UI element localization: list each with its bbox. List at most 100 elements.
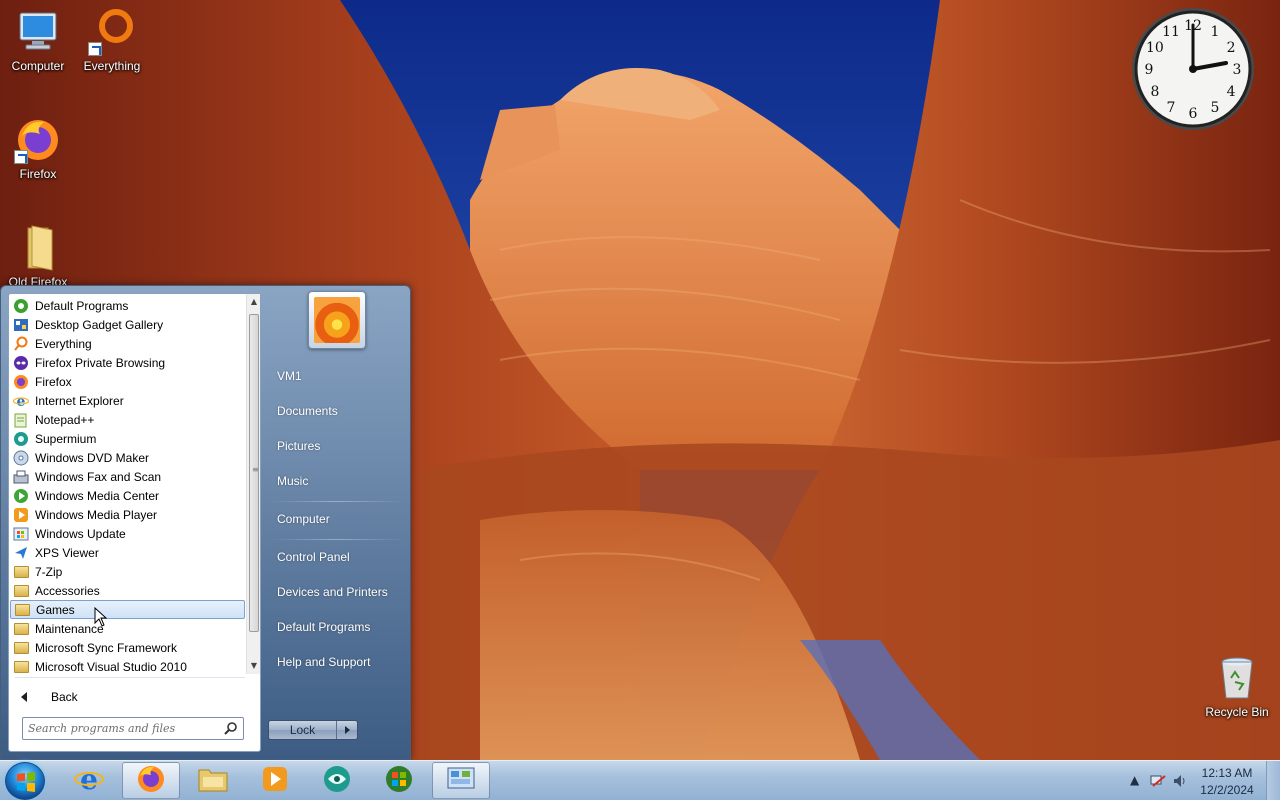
control-panel-link[interactable]: Control Panel [277, 550, 350, 564]
notepad-plus-plus-icon [13, 412, 29, 428]
back-button[interactable]: Back [17, 686, 78, 708]
volume-icon[interactable] [1172, 773, 1188, 792]
control-panel-taskbar-button[interactable] [432, 762, 490, 799]
program-item[interactable]: Windows DVD Maker [10, 448, 245, 467]
desktop-icon-recycle-bin[interactable]: Recycle Bin [1199, 654, 1275, 719]
music-link[interactable]: Music [277, 474, 308, 488]
program-item[interactable]: Microsoft Sync Framework [10, 638, 245, 657]
program-item[interactable]: Firefox Private Browsing [10, 353, 245, 372]
program-item-label: Microsoft Sync Framework [35, 640, 178, 655]
start-menu: Default Programs Desktop Gadget Gallery Ev… [0, 285, 411, 760]
windows-logo-icon [17, 772, 35, 792]
all-programs-list: Default Programs Desktop Gadget Gallery Ev… [9, 294, 246, 674]
windows-update-taskbar-button[interactable] [370, 762, 428, 799]
taskbar: e ▲ 12:13 AM 12/2/2024 [0, 760, 1280, 800]
fax-scan-icon [13, 469, 29, 485]
internet-explorer-taskbar-button[interactable]: e [60, 762, 118, 799]
scroll-up-arrow-icon[interactable]: ▲ [247, 294, 261, 310]
computer-link[interactable]: Computer [277, 512, 330, 526]
scroll-down-arrow-icon[interactable]: ▼ [247, 658, 261, 674]
start-button[interactable] [5, 762, 45, 800]
program-item[interactable]: Maintenance [10, 619, 245, 638]
everything-icon [13, 336, 29, 352]
program-item[interactable]: Windows Update [10, 524, 245, 543]
media-player-taskbar-button[interactable] [246, 762, 304, 799]
shutdown-options-arrow-icon[interactable] [337, 721, 357, 739]
folder-icon [13, 659, 29, 675]
firefox-icon [136, 764, 166, 797]
svg-text:e: e [17, 394, 26, 409]
search-icon[interactable] [223, 721, 239, 737]
program-item[interactable]: Firefox [10, 372, 245, 391]
program-item-label: Microsoft Visual Studio 2010 [35, 659, 187, 674]
program-item[interactable]: Everything [10, 334, 245, 353]
clock-numeral: 3 [1233, 62, 1242, 78]
search-input[interactable] [23, 718, 218, 739]
lock-button[interactable]: Lock [268, 720, 358, 740]
program-item[interactable]: Microsoft Visual Studio 2010 [10, 657, 245, 676]
desktop-icon-firefox[interactable]: Firefox [0, 116, 76, 181]
internet-explorer-icon: e [74, 763, 104, 797]
program-item[interactable]: Supermium [10, 429, 245, 448]
firefox-icon [14, 116, 62, 164]
clock-numeral: 11 [1162, 24, 1180, 40]
desktop-icon-everything[interactable]: Everything [74, 8, 150, 73]
help-support-link[interactable]: Help and Support [277, 655, 370, 669]
scroll-thumb[interactable]: ≡ [249, 314, 259, 632]
show-hidden-icons-icon[interactable]: ▲ [1130, 773, 1139, 787]
media-player-icon [260, 764, 290, 797]
program-item[interactable]: Windows Fax and Scan [10, 467, 245, 486]
program-item-label: Supermium [35, 431, 97, 446]
media-center-icon [13, 488, 29, 504]
program-item[interactable]: e Internet Explorer [10, 391, 245, 410]
explorer-taskbar-button[interactable] [184, 762, 242, 799]
program-list-scrollbar[interactable]: ▲ ≡ ▼ [246, 294, 260, 674]
desktop-icon-old-firefox[interactable]: Old Firefox [0, 224, 76, 289]
program-item-label: Firefox Private Browsing [35, 355, 166, 370]
user-picture[interactable] [308, 291, 366, 349]
clock-numeral: 8 [1150, 84, 1159, 100]
devices-printers-link[interactable]: Devices and Printers [277, 585, 388, 599]
program-item-label: Games [36, 602, 75, 617]
taskbar-clock-date[interactable]: 12/2/2024 [1187, 783, 1267, 797]
folder-icon [14, 224, 62, 272]
program-item-label: 7-Zip [35, 564, 63, 579]
supermium-taskbar-button[interactable] [308, 762, 366, 799]
program-item[interactable]: Windows Media Player [10, 505, 245, 524]
desktop-icon-computer[interactable]: Computer [0, 8, 76, 73]
pictures-link[interactable]: Pictures [277, 439, 320, 453]
program-item[interactable]: Accessories [10, 581, 245, 600]
desktop-icon-label: Recycle Bin [1205, 705, 1269, 719]
lock-label[interactable]: Lock [269, 721, 337, 739]
gadget-gallery-icon [13, 317, 29, 333]
documents-link[interactable]: Documents [277, 404, 338, 418]
scroll-grip-icon: ≡ [252, 465, 259, 474]
program-item[interactable]: Notepad++ [10, 410, 245, 429]
user-folder-link[interactable]: VM1 [277, 369, 302, 383]
internet-explorer-icon: e [13, 393, 29, 409]
everything-icon [88, 8, 136, 56]
program-item[interactable]: 7-Zip [10, 562, 245, 581]
program-item-label: Internet Explorer [35, 393, 124, 408]
system-tray: ▲ 12:13 AM 12/2/2024 [1120, 761, 1280, 800]
network-icon[interactable] [1150, 773, 1166, 792]
program-item[interactable]: Windows Media Center [10, 486, 245, 505]
clock-numeral: 2 [1227, 40, 1236, 56]
control-panel-icon [446, 765, 476, 796]
program-item[interactable]: Default Programs [10, 296, 245, 315]
program-item[interactable]: Games [10, 600, 245, 619]
default-programs-link[interactable]: Default Programs [277, 620, 370, 634]
program-item-label: Windows Media Player [35, 507, 158, 522]
clock-gadget[interactable]: 121234567891011 [1130, 6, 1256, 132]
windows-update-icon [13, 526, 29, 542]
program-item[interactable]: XPS Viewer [10, 543, 245, 562]
search-box[interactable] [22, 717, 244, 740]
program-item[interactable]: Desktop Gadget Gallery [10, 315, 245, 334]
taskbar-clock-time[interactable]: 12:13 AM [1187, 766, 1267, 780]
show-desktop-button[interactable] [1266, 761, 1280, 800]
program-item-label: Notepad++ [35, 412, 95, 427]
firefox-taskbar-button[interactable] [122, 762, 180, 799]
divider [271, 539, 403, 540]
program-item-label: Windows DVD Maker [35, 450, 150, 465]
svg-text:e: e [80, 764, 98, 794]
